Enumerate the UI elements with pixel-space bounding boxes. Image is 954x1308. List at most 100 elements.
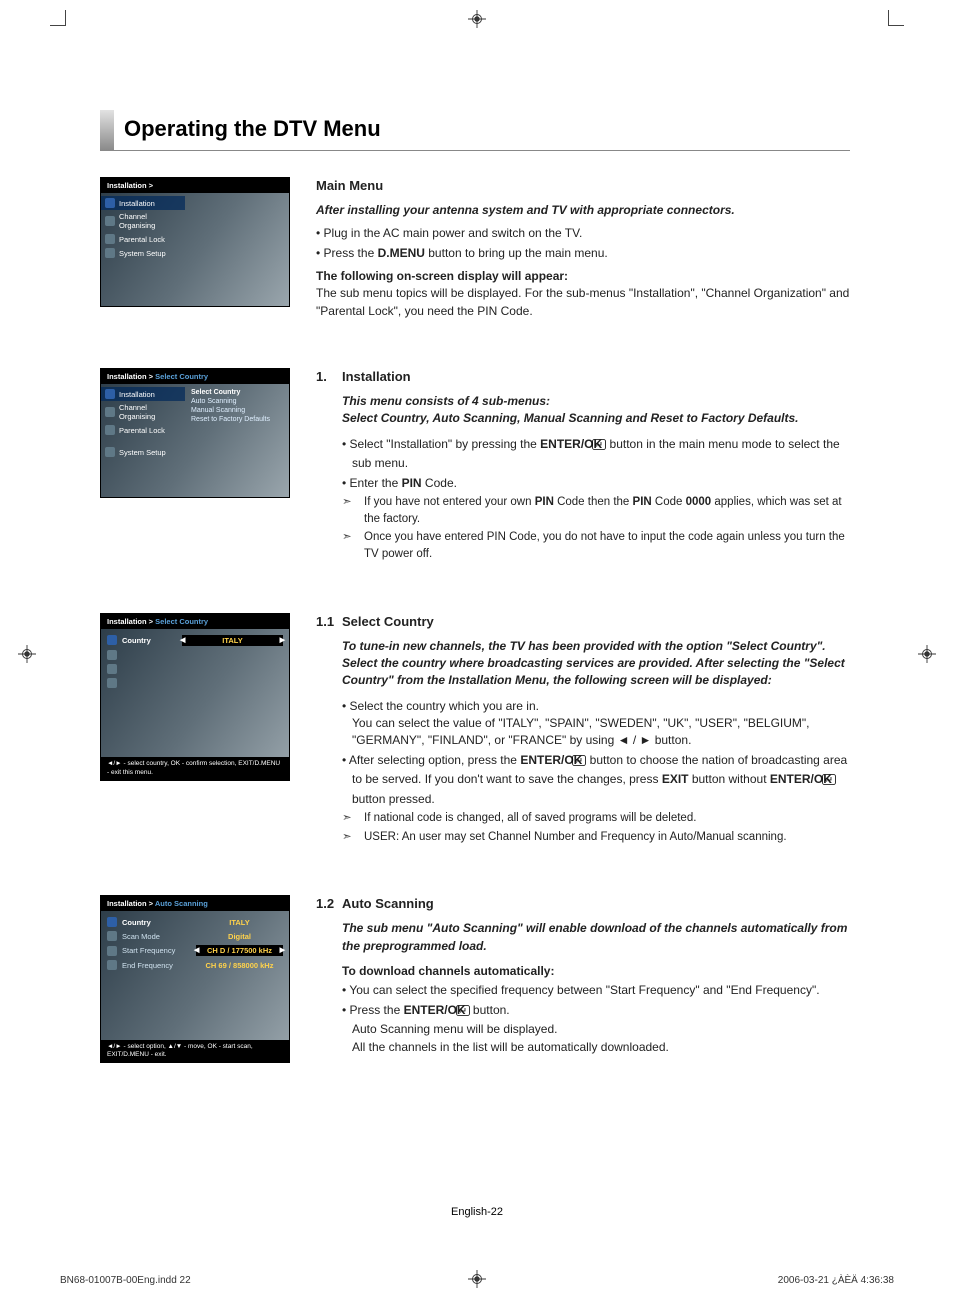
tv-menu-label: Installation (119, 390, 155, 399)
tv-screenshot-installation-sub: Installation > Select Country Installati… (100, 368, 290, 498)
menu-icon (105, 389, 115, 399)
crop-mark (888, 10, 904, 26)
menu-icon (107, 664, 117, 674)
tv-menu-item: Installation (101, 196, 185, 210)
tv-menu-label: Parental Lock (119, 426, 165, 435)
tv-submenu-item: Select Country (189, 388, 277, 397)
tv-field-value: ◀ITALY▶ (182, 635, 283, 646)
text-column: 1.2Auto Scanning The sub menu "Auto Scan… (316, 895, 850, 1058)
menu-icon (105, 248, 115, 258)
crop-mark (50, 10, 66, 26)
tv-menu-label: System Setup (119, 448, 166, 457)
tv-field-row (107, 676, 283, 690)
bullet: Press the ENTER/OK button.Auto Scanning … (342, 1002, 850, 1056)
tv-field-value: ◀CH D / 177500 kHz▶ (196, 945, 283, 956)
section-heading: 1.2Auto Scanning (316, 895, 850, 914)
section-main-menu: Installation > Installation Channel Orga… (100, 177, 850, 320)
tv-menu-label: Installation (119, 199, 155, 208)
intro-text: To tune-in new channels, the TV has been… (342, 638, 850, 690)
bullet: Enter the PIN Code. (342, 475, 850, 492)
tv-field-label: Country (122, 636, 182, 645)
bullet: After selecting option, press the ENTER/… (342, 752, 850, 808)
bullet: Select the country which you are in.You … (342, 698, 850, 750)
tv-breadcrumb: Installation > Select Country (101, 614, 289, 629)
menu-icon (105, 198, 115, 208)
bullet: Press the D.MENU button to bring up the … (316, 245, 850, 262)
tv-field-row: CountryITALY (107, 915, 283, 929)
bullet: You can select the specified frequency b… (342, 982, 850, 999)
page-number: English-22 (0, 1206, 954, 1218)
tv-field-label: End Frequency (122, 961, 196, 970)
arrow-right-icon: ▶ (280, 946, 285, 954)
menu-icon (107, 931, 117, 941)
intro-text: The sub menu "Auto Scanning" will enable… (342, 920, 850, 955)
arrow-left-icon: ◀ (194, 946, 199, 954)
text-column: 1.1Select Country To tune-in new channel… (316, 613, 850, 848)
tv-footer-hint: ◄/► - select country, OK - confirm selec… (101, 757, 289, 779)
tv-footer-hint: ◄/► - select option, ▲/▼ - move, OK - st… (101, 1040, 289, 1062)
page-title: Operating the DTV Menu (100, 110, 850, 151)
arrow-left-icon: ◀ (180, 636, 185, 644)
intro-text: After installing your antenna system and… (316, 202, 850, 219)
tv-field-label: Scan Mode (122, 932, 196, 941)
menu-icon (105, 447, 115, 457)
bullet: Plug in the AC main power and switch on … (316, 225, 850, 242)
enter-icon (832, 773, 836, 790)
registration-mark-icon (18, 645, 36, 663)
menu-icon (105, 407, 115, 417)
tv-field-value: Digital (196, 932, 283, 941)
tv-menu-item: Channel Organising (101, 210, 185, 232)
tv-menu-item: System Setup (101, 445, 185, 459)
note: If you have not entered your own PIN Cod… (342, 494, 850, 527)
arrow-right-icon: ▶ (280, 636, 285, 644)
menu-icon (107, 917, 117, 927)
tv-menu-item: System Setup (101, 246, 185, 260)
tv-field-row: Scan ModeDigital (107, 929, 283, 943)
tv-menu-item: Installation (101, 387, 185, 401)
registration-mark-icon (468, 10, 486, 28)
text-column: 1.Installation This menu consists of 4 s… (316, 368, 850, 564)
content-area: Operating the DTV Menu Installation > In… (100, 110, 850, 1063)
menu-icon (105, 425, 115, 435)
tv-submenu-item: Reset to Factory Defaults (189, 415, 277, 424)
menu-icon (105, 234, 115, 244)
tv-screenshot-installation: Installation > Installation Channel Orga… (100, 177, 290, 307)
tv-field-row: Country ◀ITALY▶ (107, 633, 283, 648)
note: USER: An user may set Channel Number and… (342, 829, 850, 846)
tv-breadcrumb: Installation > Auto Scanning (101, 896, 289, 911)
note: Once you have entered PIN Code, you do n… (342, 529, 850, 562)
menu-icon (107, 678, 117, 688)
menu-icon (107, 635, 117, 645)
text-column: Main Menu After installing your antenna … (316, 177, 850, 320)
tv-field-row: Start Frequency◀CH D / 177500 kHz▶ (107, 943, 283, 958)
tv-screenshot-select-country: Installation > Select Country Country ◀I… (100, 613, 290, 781)
intro-text: This menu consists of 4 sub-menus:Select… (342, 393, 850, 428)
section-heading: 1.Installation (316, 368, 850, 387)
tv-breadcrumb: Installation > Select Country (101, 369, 289, 384)
body-text: The sub menu topics will be displayed. F… (316, 285, 850, 320)
section-select-country: Installation > Select Country Country ◀I… (100, 613, 850, 848)
bullet: Select "Installation" by pressing the EN… (342, 436, 850, 473)
tv-screenshot-auto-scanning: Installation > Auto Scanning CountryITAL… (100, 895, 290, 1063)
tv-menu-label: System Setup (119, 249, 166, 258)
manual-page: Operating the DTV Menu Installation > In… (0, 0, 954, 1308)
tv-field-value: ITALY (196, 918, 283, 927)
menu-icon (107, 960, 117, 970)
section-auto-scanning: Installation > Auto Scanning CountryITAL… (100, 895, 850, 1063)
imprint-timestamp: 2006-03-21 ¿ÀÈÄ 4:36:38 (778, 1275, 894, 1286)
tv-menu-item: Channel Organising (101, 401, 185, 423)
tv-menu-label: Channel Organising (119, 212, 181, 230)
menu-icon (107, 650, 117, 660)
tv-breadcrumb: Installation > (101, 178, 289, 193)
registration-mark-icon (918, 645, 936, 663)
tv-menu-label: Channel Organising (119, 403, 181, 421)
tv-field-row (107, 648, 283, 662)
tv-submenu-item: Manual Scanning (189, 406, 277, 415)
subheading: To download channels automatically: (342, 963, 850, 980)
section-installation: Installation > Select Country Installati… (100, 368, 850, 564)
menu-icon (107, 946, 117, 956)
tv-field-label: Country (122, 918, 196, 927)
section-heading: 1.1Select Country (316, 613, 850, 632)
tv-menu-item: Parental Lock (101, 423, 185, 437)
section-heading: Main Menu (316, 177, 850, 196)
